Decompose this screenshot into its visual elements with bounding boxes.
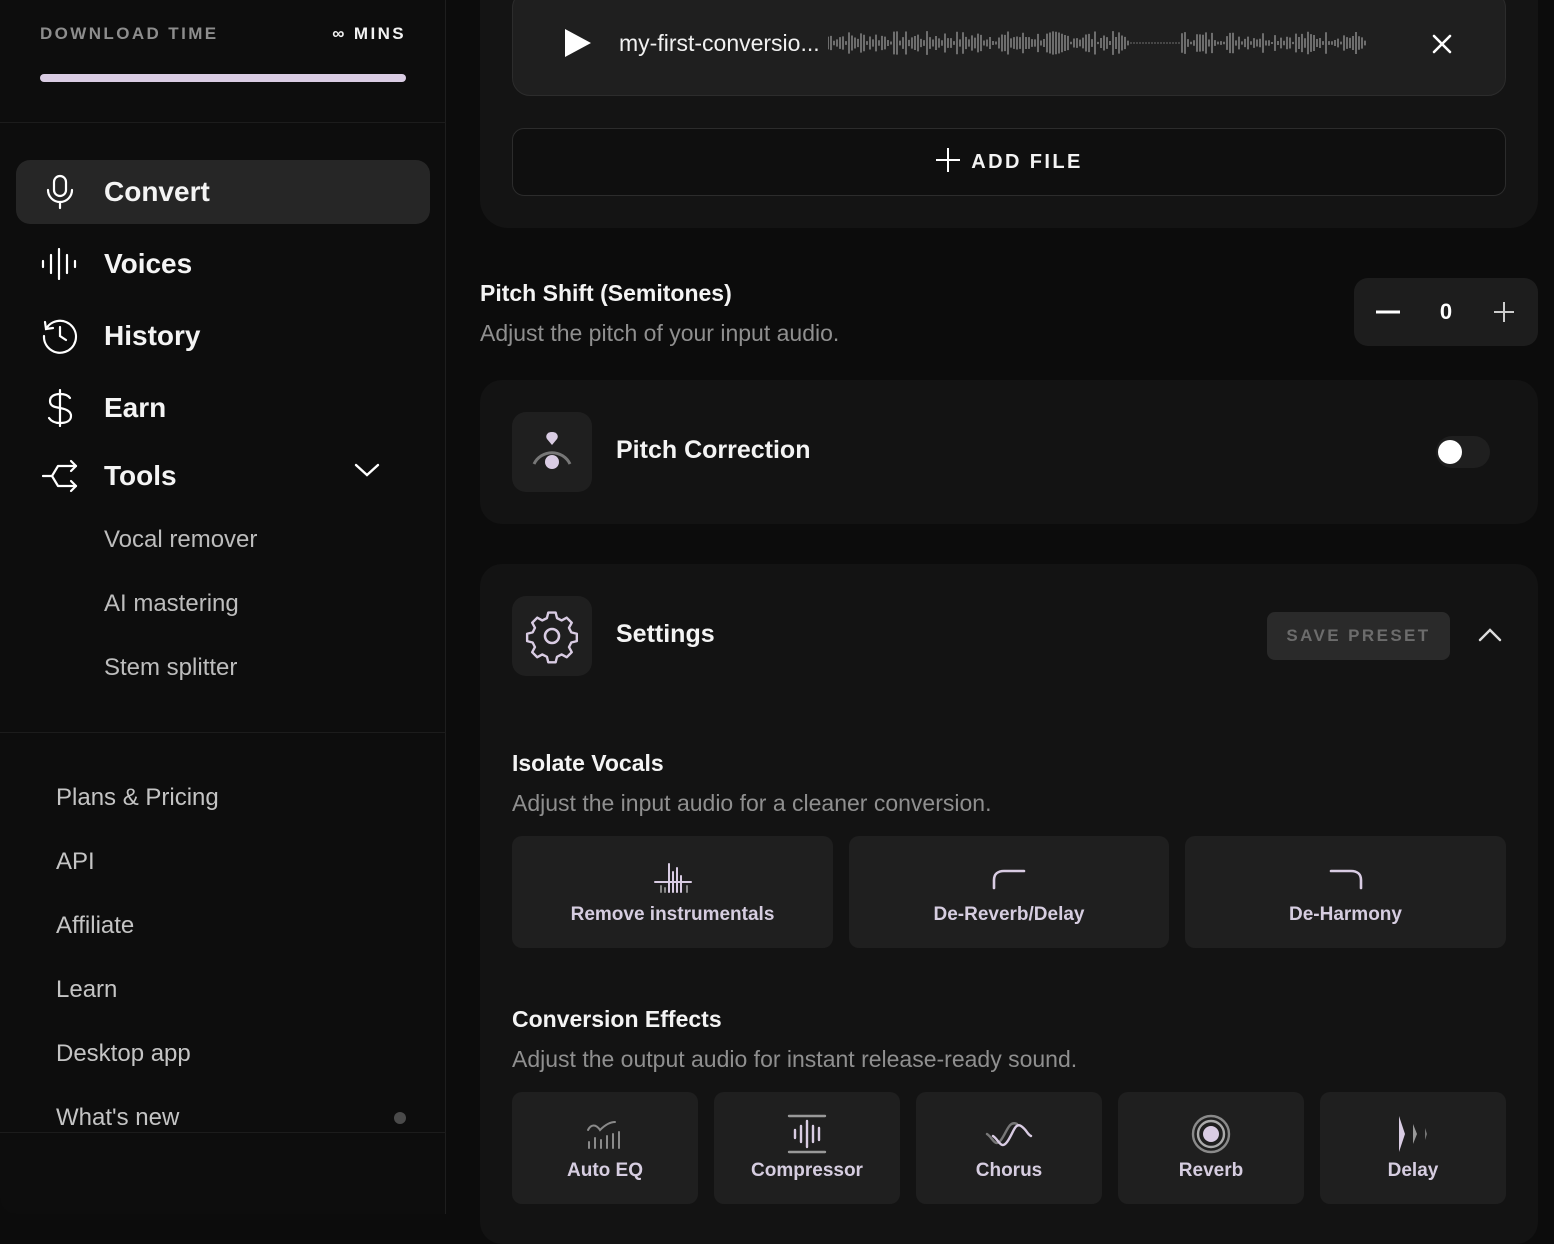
download-time-bar (40, 74, 406, 82)
nav-label: Voices (104, 248, 193, 279)
isolate-vocals-subtitle: Adjust the input audio for a cleaner con… (512, 790, 992, 816)
add-file-label: ADD FILE (971, 150, 1083, 173)
main-content: my-first-conversio... ADD FILE Pitch Shi… (446, 0, 1554, 1244)
audio-file-row: my-first-conversio... (512, 0, 1506, 96)
save-preset-button[interactable]: SAVE PRESET (1267, 612, 1450, 660)
increment-button[interactable] (1492, 300, 1516, 324)
file-name: my-first-conversio... (619, 29, 820, 56)
nav-label: Earn (104, 392, 167, 423)
effect-reverb[interactable]: Reverb (1118, 1092, 1304, 1204)
notification-dot (394, 1112, 406, 1124)
option-de-harmony[interactable]: De-Harmony (1185, 836, 1506, 948)
option-label: Chorus (975, 1160, 1043, 1181)
divider (0, 122, 446, 123)
history-icon (38, 314, 82, 358)
pitch-shift-value[interactable]: 0 (1440, 299, 1452, 325)
chevron-up-icon[interactable] (1476, 622, 1504, 650)
gear-icon (512, 596, 592, 676)
option-label: De-Harmony (1289, 904, 1402, 925)
pitch-shift-subtitle: Adjust the pitch of your input audio. (480, 320, 840, 346)
download-time-label: DOWNLOAD TIME (40, 24, 219, 43)
settings-title: Settings (616, 620, 715, 648)
nav-label: Convert (104, 176, 210, 207)
option-label: De-Reverb/Delay (933, 904, 1085, 925)
nav-item-convert[interactable]: Convert (16, 160, 430, 224)
conversion-effects-title: Conversion Effects (512, 1006, 722, 1032)
chevron-down-icon[interactable] (354, 462, 380, 483)
play-icon[interactable] (565, 29, 591, 57)
effect-compressor[interactable]: Compressor (714, 1092, 900, 1204)
footer-link-desktop-app[interactable]: Desktop app (56, 1040, 191, 1068)
conversion-effects-subtitle: Adjust the output audio for instant rele… (512, 1046, 1078, 1072)
remove-file-icon[interactable] (1431, 33, 1453, 55)
waveform-icon (38, 242, 82, 286)
option-label: Delay (1387, 1160, 1439, 1181)
option-label: Remove instrumentals (570, 904, 775, 925)
decrement-button[interactable] (1376, 300, 1400, 324)
pitch-correction-title: Pitch Correction (616, 436, 811, 464)
tools-sub-vocal-remover[interactable]: Vocal remover (104, 526, 257, 554)
nav-item-voices[interactable]: Voices (16, 232, 430, 296)
option-label: Auto EQ (567, 1160, 643, 1181)
tools-sub-stem-splitter[interactable]: Stem splitter (104, 654, 237, 682)
footer-link-affiliate[interactable]: Affiliate (56, 912, 134, 940)
nav-item-earn[interactable]: Earn (16, 376, 430, 440)
download-time: DOWNLOAD TIME ∞ MINS (40, 24, 406, 82)
tools-sub-ai-mastering[interactable]: AI mastering (104, 590, 239, 618)
nav-item-tools[interactable]: Tools (16, 444, 430, 508)
pitch-shift-stepper: 0 (1354, 278, 1538, 346)
option-de-reverb-delay[interactable]: De-Reverb/Delay (849, 836, 1169, 948)
dollar-icon (38, 386, 82, 430)
delay-icon (1395, 1114, 1431, 1154)
reverb-icon (1191, 1114, 1231, 1154)
waveform-preview[interactable] (827, 29, 1368, 57)
remove-instrumentals-icon (653, 858, 693, 898)
isolate-vocals-title: Isolate Vocals (512, 750, 664, 776)
tools-icon (38, 454, 82, 498)
nav-label: History (104, 320, 201, 351)
nav-item-history[interactable]: History (16, 304, 430, 368)
divider (0, 1132, 446, 1133)
effect-auto-eq[interactable]: Auto EQ (512, 1092, 698, 1204)
de-reverb-icon (991, 858, 1027, 898)
settings-card: Settings SAVE PRESET Isolate Vocals Adju… (480, 564, 1538, 1244)
download-time-value: ∞ MINS (332, 24, 406, 43)
effect-delay[interactable]: Delay (1320, 1092, 1506, 1204)
pitch-correction-icon (512, 412, 592, 492)
option-label: Compressor (751, 1160, 863, 1181)
plus-icon (935, 147, 961, 178)
footer-link-plans[interactable]: Plans & Pricing (56, 784, 219, 812)
footer-link-whats-new[interactable]: What's new (56, 1104, 179, 1132)
option-label: Reverb (1178, 1160, 1244, 1181)
auto-eq-icon (585, 1114, 625, 1154)
download-time-fill (40, 74, 406, 82)
compressor-icon (787, 1114, 827, 1154)
add-file-button[interactable]: ADD FILE (512, 128, 1506, 196)
divider (0, 732, 446, 733)
option-remove-instrumentals[interactable]: Remove instrumentals (512, 836, 833, 948)
de-harmony-icon (1328, 858, 1364, 898)
pitch-shift-title: Pitch Shift (Semitones) (480, 280, 732, 306)
footer-link-learn[interactable]: Learn (56, 976, 117, 1004)
chorus-icon (985, 1114, 1033, 1154)
nav-label: Tools (104, 460, 177, 491)
sidebar: DOWNLOAD TIME ∞ MINS Convert Voices Hist… (0, 0, 446, 1214)
toggle-knob (1438, 440, 1462, 464)
effect-chorus[interactable]: Chorus (916, 1092, 1102, 1204)
pitch-correction-card: Pitch Correction (480, 380, 1538, 524)
microphone-icon (38, 170, 82, 214)
pitch-correction-toggle[interactable] (1436, 436, 1490, 468)
footer-link-api[interactable]: API (56, 848, 95, 876)
